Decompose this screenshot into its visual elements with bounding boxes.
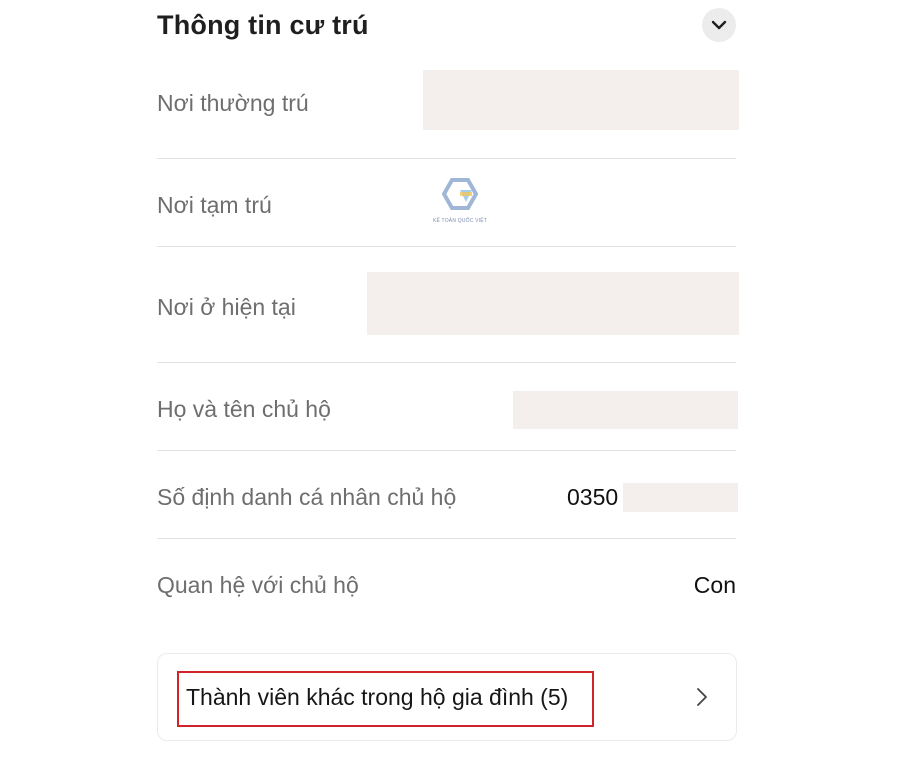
collapse-section-button[interactable] — [702, 8, 736, 42]
relationship-label: Quan hệ với chủ hộ — [157, 572, 359, 598]
household-head-name-value-redacted — [513, 391, 738, 429]
household-head-name-label: Họ và tên chủ hộ — [157, 396, 331, 422]
divider — [157, 538, 736, 539]
permanent-residence-label: Nơi thường trú — [157, 90, 309, 116]
divider — [157, 246, 736, 247]
household-head-id-value: 0350 — [567, 484, 619, 510]
residence-info-screen: Thông tin cư trú Nơi thường trú Nơi tạm … — [0, 0, 900, 763]
watermark-logo-icon — [441, 178, 479, 210]
chevron-down-icon — [711, 20, 727, 30]
divider — [157, 362, 736, 363]
highlight-annotation-box — [177, 671, 594, 727]
permanent-residence-value-redacted — [423, 70, 739, 130]
watermark-text: KẾ TOÁN QUỐC VIỆT — [432, 218, 488, 224]
temporary-residence-label: Nơi tạm trú — [157, 192, 272, 218]
current-residence-value-redacted — [367, 272, 739, 335]
chevron-right-icon — [696, 687, 708, 712]
watermark-logo: KẾ TOÁN QUỐC VIỆT — [430, 178, 490, 224]
household-head-id-redacted — [623, 483, 738, 512]
section-title: Thông tin cư trú — [157, 10, 369, 40]
household-head-id-label: Số định danh cá nhân chủ hộ — [157, 484, 457, 510]
current-residence-label: Nơi ở hiện tại — [157, 294, 296, 320]
divider — [157, 450, 736, 451]
divider — [157, 158, 736, 159]
relationship-value: Con — [693, 572, 736, 598]
